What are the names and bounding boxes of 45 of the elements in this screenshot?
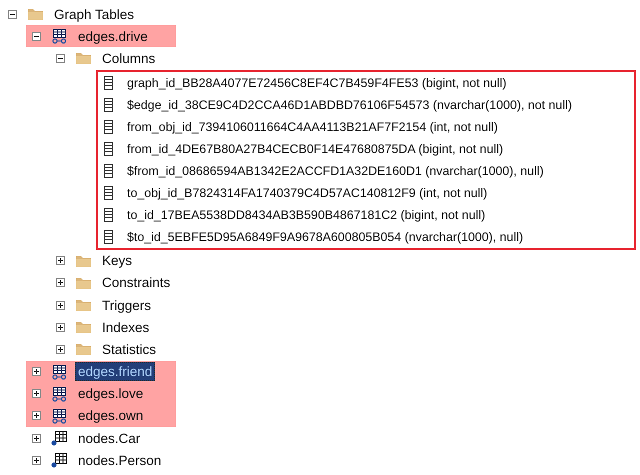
expand-icon[interactable]	[56, 344, 65, 354]
tree-item[interactable]: from_obj_id_7394106011664C4AA4113B21AF7F2154 (int, not null)	[94, 116, 507, 138]
folder-icon	[75, 297, 92, 314]
tree-item[interactable]: nodes.Car	[26, 427, 150, 450]
tree-item[interactable]: to_id_17BEA5538DD8434AB3B590B4867181C2 (bigint, not null)	[94, 204, 494, 226]
table-link-icon	[51, 364, 68, 380]
tree-item[interactable]: Keys	[50, 250, 142, 272]
tree-item[interactable]: to_obj_id_B7824314FA1740379C4D57AC140812F9 (int, not null)	[94, 182, 496, 204]
tree-item[interactable]: from_id_4DE67B80A27B4CECB0F14E47680875DA (bigint, not null)	[94, 138, 512, 160]
expand-icon[interactable]	[32, 367, 41, 376]
tree-item[interactable]: graph_id_BB28A4077E72456C8EF4C7B459F4FE53 (bigint, not null)	[94, 72, 516, 94]
expand-icon[interactable]	[56, 256, 65, 266]
tree-item[interactable]: edges.drive	[26, 25, 176, 48]
collapse-icon[interactable]	[8, 10, 17, 19]
tree-item[interactable]: $to_id_5EBFE5D95A6849F9A9678A600805B054 (nvarchar(1000), null)	[94, 226, 532, 248]
tree-item[interactable]: edges.own	[26, 404, 176, 428]
tree-item[interactable]: $edge_id_38CE9C4D2CCA46D1ABDBD76106F54573 (nvarchar(1000), not null)	[94, 94, 581, 116]
tree-item[interactable]: nodes.Person	[26, 449, 170, 472]
table-link-icon	[51, 28, 68, 44]
folder-icon	[75, 50, 92, 66]
expand-icon[interactable]	[32, 411, 41, 420]
expand-icon[interactable]	[56, 278, 65, 288]
table-dot-icon	[51, 430, 68, 446]
tree-item[interactable]: Statistics	[50, 338, 166, 360]
table-dot-icon	[51, 452, 68, 468]
folder-icon	[75, 341, 92, 358]
expand-icon[interactable]	[32, 434, 41, 443]
table-link-icon	[51, 386, 68, 402]
tree-item[interactable]: Indexes	[50, 316, 158, 338]
collapse-icon[interactable]	[32, 32, 41, 41]
tree-item[interactable]: Graph Tables	[2, 3, 144, 26]
tree-item[interactable]: Constraints	[50, 272, 180, 294]
tree-item[interactable]: edges.love	[26, 382, 176, 405]
expand-icon[interactable]	[56, 322, 65, 332]
folder-icon	[75, 319, 92, 336]
expand-icon[interactable]	[56, 300, 65, 310]
tree-item[interactable]: $from_id_08686594AB1342E2ACCFD1A32DE160D1 (nvarchar(1000), null)	[94, 160, 553, 182]
table-link-icon	[51, 408, 68, 424]
tree-item[interactable]: edges.friend	[26, 360, 176, 383]
tree-item[interactable]: Columns	[50, 47, 164, 70]
collapse-icon[interactable]	[56, 54, 65, 63]
folder-icon	[27, 6, 44, 22]
expand-icon[interactable]	[32, 456, 41, 465]
expand-icon[interactable]	[32, 389, 41, 398]
tree-item[interactable]: Triggers	[50, 294, 160, 316]
